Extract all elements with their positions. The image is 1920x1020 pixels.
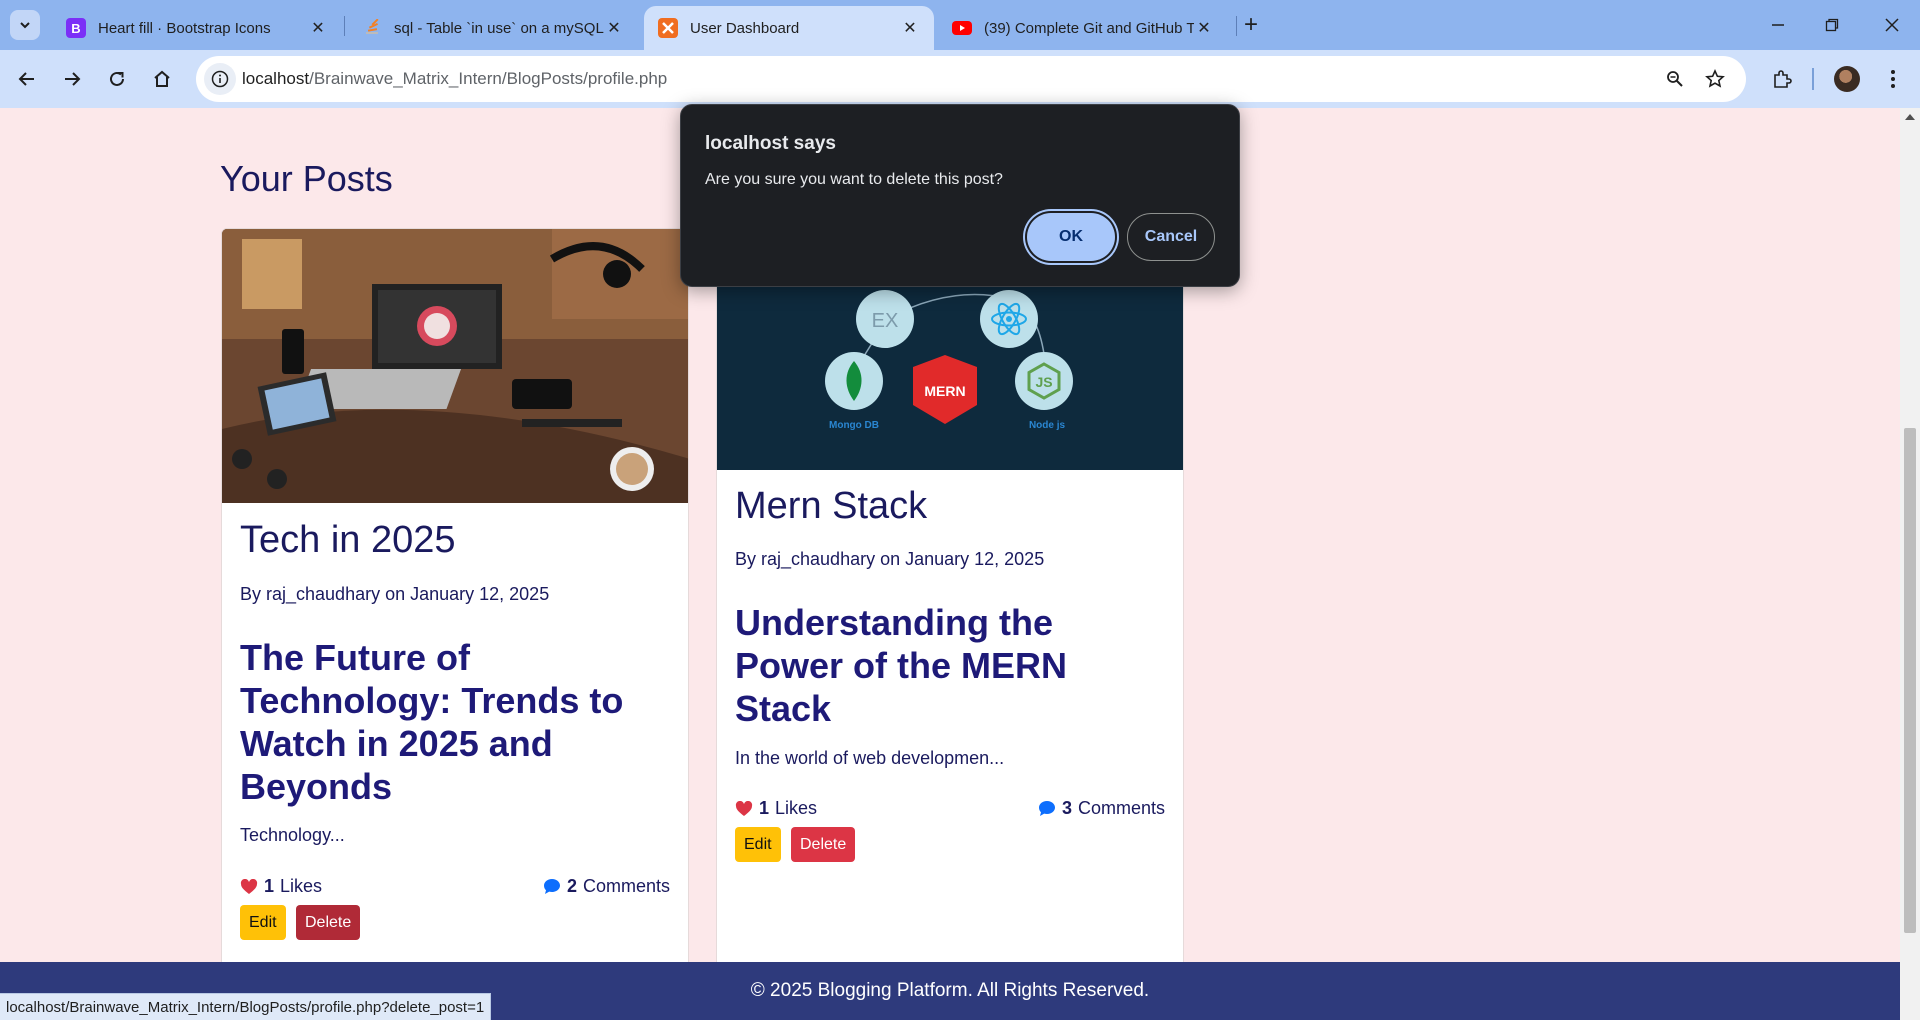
tab-title: User Dashboard [690, 19, 800, 37]
comments-label: Comments [1077, 798, 1165, 818]
address-bar[interactable]: localhost/Brainwave_Matrix_Intern/BlogPo… [196, 56, 1746, 102]
tab-title: (39) Complete Git and GitHub T [984, 19, 1194, 37]
zoom-icon[interactable] [1662, 66, 1688, 92]
post-meta: By raj_chaudhary on January 12, 2025 [240, 584, 550, 604]
likes-count: 1 [264, 876, 275, 896]
comments-count: 2 [566, 876, 577, 896]
tab-user-dashboard[interactable]: User Dashboard ✕ [644, 6, 934, 50]
mern-logo-text: MERN [924, 383, 965, 399]
post-title[interactable]: Mern Stack [735, 485, 927, 528]
url-host: localhost [242, 69, 310, 88]
section-title: Your Posts [220, 158, 393, 199]
bookmark-star-icon[interactable] [1702, 66, 1728, 92]
heart-fill-icon [735, 800, 753, 816]
restore-icon[interactable] [1812, 10, 1852, 40]
edit-post-button[interactable]: Edit [735, 827, 781, 862]
browser-tab-bar: B Heart fill · Bootstrap Icons ✕ sql - T… [0, 0, 1920, 50]
dialog-ok-button[interactable]: OK [1027, 213, 1115, 261]
likes-count: 1 [759, 798, 770, 818]
forward-arrow-icon[interactable] [56, 63, 88, 95]
status-url: localhost/Brainwave_Matrix_Intern/BlogPo… [6, 998, 485, 1016]
tab-bootstrap-icons[interactable]: B Heart fill · Bootstrap Icons ✕ [52, 6, 342, 50]
comments-counter[interactable]: 2 Comments [543, 876, 670, 897]
dialog-title: localhost says [705, 133, 836, 154]
post-excerpt: In the world of web developmen... [735, 748, 1005, 768]
url-path: /Brainwave_Matrix_Intern/BlogPosts/profi… [309, 69, 668, 88]
bootstrap-icon: B [66, 18, 86, 38]
scrollbar-thumb[interactable] [1904, 428, 1916, 933]
tab-stackoverflow[interactable]: sql - Table `in use` on a mySQL ✕ [348, 6, 638, 50]
tab-search-button[interactable] [10, 10, 40, 40]
dialog-message: Are you sure you want to delete this pos… [705, 171, 1003, 188]
post-card: EX Mongo DB MERN JS Node js Mern Stack B… [716, 228, 1184, 1020]
stackoverflow-icon [362, 18, 382, 38]
xampp-icon [658, 18, 678, 38]
tab-youtube-git[interactable]: (39) Complete Git and GitHub T ✕ [938, 6, 1228, 50]
heart-fill-icon [240, 878, 258, 894]
tab-close-icon[interactable]: ✕ [604, 18, 624, 38]
mongo-logo-text: Mongo DB [829, 420, 879, 431]
tab-title: Heart fill · Bootstrap Icons [98, 19, 271, 37]
tab-close-icon[interactable]: ✕ [308, 18, 328, 38]
home-icon[interactable] [146, 63, 178, 95]
new-tab-plus-icon[interactable]: + [1244, 12, 1258, 38]
dialog-cancel-button[interactable]: Cancel [1127, 213, 1215, 261]
tab-separator [344, 16, 345, 36]
footer-text: © 2025 Blogging Platform. All Rights Res… [750, 980, 1150, 1001]
reload-icon[interactable] [101, 63, 133, 95]
youtube-icon [952, 18, 972, 38]
delete-post-button[interactable]: Delete [296, 905, 361, 940]
post-title[interactable]: Tech in 2025 [240, 519, 456, 562]
comments-label: Comments [582, 876, 670, 896]
chat-fill-icon [543, 879, 560, 894]
tab-close-icon[interactable]: ✕ [900, 18, 920, 38]
minimize-icon[interactable] [1758, 10, 1798, 40]
link-status-bar: localhost/Brainwave_Matrix_Intern/BlogPo… [0, 993, 492, 1020]
comments-count: 3 [1061, 798, 1072, 818]
post-image-desk [222, 229, 688, 503]
comments-counter[interactable]: 3 Comments [1038, 798, 1165, 819]
tab-close-icon[interactable]: ✕ [1194, 18, 1214, 38]
ex-logo-text: EX [872, 310, 899, 332]
site-info-icon[interactable] [204, 63, 236, 95]
tab-separator [1236, 16, 1237, 36]
back-arrow-icon[interactable] [11, 63, 43, 95]
confirm-dialog: localhost says Are you sure you want to … [680, 104, 1240, 287]
likes-label: Likes [775, 798, 818, 818]
toolbar-separator [1812, 68, 1814, 90]
post-heading: The Future of Technology: Trends to Watc… [240, 637, 624, 807]
likes-counter[interactable]: 1 Likes [735, 798, 817, 819]
edit-post-button[interactable]: Edit [240, 905, 286, 940]
profile-avatar[interactable] [1834, 66, 1860, 92]
url-text[interactable]: localhost/Brainwave_Matrix_Intern/BlogPo… [242, 69, 667, 89]
post-meta: By raj_chaudhary on January 12, 2025 [735, 549, 1045, 569]
chevron-down-icon [20, 22, 30, 29]
chat-fill-icon [1038, 801, 1055, 816]
window-close-icon[interactable] [1872, 10, 1912, 40]
post-excerpt: Technology... [240, 825, 345, 845]
likes-label: Likes [280, 876, 323, 896]
extensions-puzzle-icon[interactable] [1766, 63, 1798, 95]
post-heading: Understanding the Power of the MERN Stac… [735, 602, 1068, 729]
page-scrollbar[interactable] [1900, 108, 1920, 1020]
menu-kebab-icon[interactable] [1877, 63, 1909, 95]
browser-toolbar: localhost/Brainwave_Matrix_Intern/BlogPo… [0, 50, 1920, 108]
node-logo-text: Node js [1029, 420, 1066, 431]
delete-post-button[interactable]: Delete [791, 827, 856, 862]
post-card: Tech in 2025 By raj_chaudhary on January… [221, 228, 689, 1020]
likes-counter[interactable]: 1 Likes [240, 876, 322, 897]
tab-title: sql - Table `in use` on a mySQL [394, 19, 604, 37]
scroll-up-arrow-icon[interactable] [1905, 114, 1915, 120]
js-logo-text: JS [1035, 374, 1052, 390]
